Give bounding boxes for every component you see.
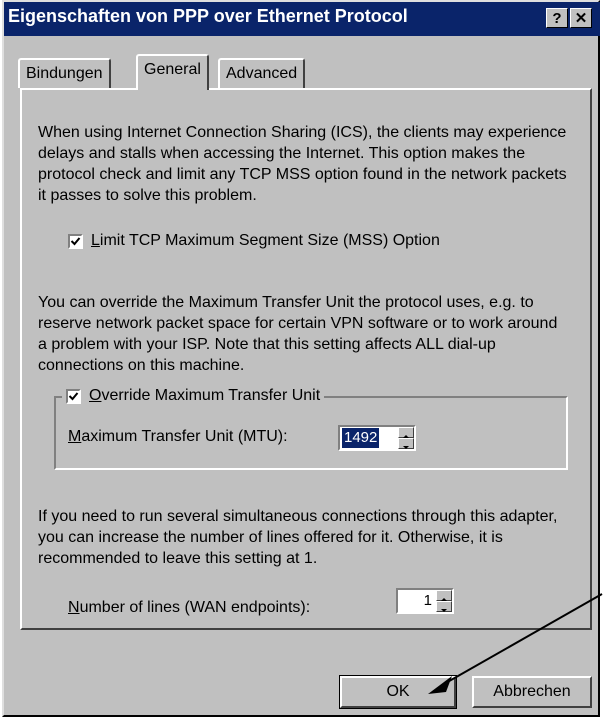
checkmark-icon: [68, 391, 79, 400]
mss-checkbox-label: Limit TCP Maximum Segment Size (MSS) Opt…: [91, 232, 440, 249]
cancel-button[interactable]: Abbrechen: [472, 676, 592, 708]
close-icon: ✕: [574, 10, 588, 27]
override-mtu-checkbox[interactable]: [66, 388, 81, 404]
override-mtu-option[interactable]: Override Maximum Transfer Unit: [62, 387, 325, 405]
arrow-down-icon: [441, 609, 447, 612]
properties-dialog: Eigenschaften von PPP over Ethernet Prot…: [2, 0, 600, 717]
lines-input[interactable]: 1: [422, 591, 434, 611]
checkmark-icon: [70, 236, 81, 245]
mss-option[interactable]: Limit TCP Maximum Segment Size (MSS) Opt…: [68, 232, 440, 250]
mtu-spin-down-button[interactable]: [398, 438, 414, 449]
title-bar[interactable]: Eigenschaften von PPP over Ethernet Prot…: [4, 2, 600, 36]
lines-spinner[interactable]: 1: [396, 588, 454, 614]
help-button[interactable]: ?: [546, 8, 568, 28]
mtu-spin-up-button[interactable]: [398, 427, 414, 438]
mss-checkbox[interactable]: [68, 233, 83, 249]
mtu-field-label: Maximum Transfer Unit (MTU):: [68, 428, 288, 445]
override-mtu-label: Override Maximum Transfer Unit: [89, 387, 321, 404]
mtu-description: You can override the Maximum Transfer Un…: [38, 294, 558, 374]
mtu-spinner[interactable]: 1492: [338, 425, 416, 451]
tab-general[interactable]: General: [136, 54, 209, 90]
close-button[interactable]: ✕: [570, 8, 592, 28]
ics-description: When using Internet Connection Sharing (…: [38, 124, 567, 204]
arrow-down-icon: [403, 446, 409, 449]
lines-spin-up-button[interactable]: [436, 590, 452, 601]
window-title: Eigenschaften von PPP over Ethernet Prot…: [8, 6, 408, 26]
tab-advanced[interactable]: Advanced: [218, 58, 306, 88]
lines-spin-down-button[interactable]: [436, 601, 452, 612]
tab-bindungen[interactable]: Bindungen: [18, 58, 111, 88]
lines-description: If you need to run several simultaneous …: [38, 508, 558, 567]
lines-field-label: Number of lines (WAN endpoints):: [68, 599, 311, 616]
ok-button[interactable]: OK: [339, 675, 457, 709]
mtu-input[interactable]: 1492: [342, 428, 380, 448]
